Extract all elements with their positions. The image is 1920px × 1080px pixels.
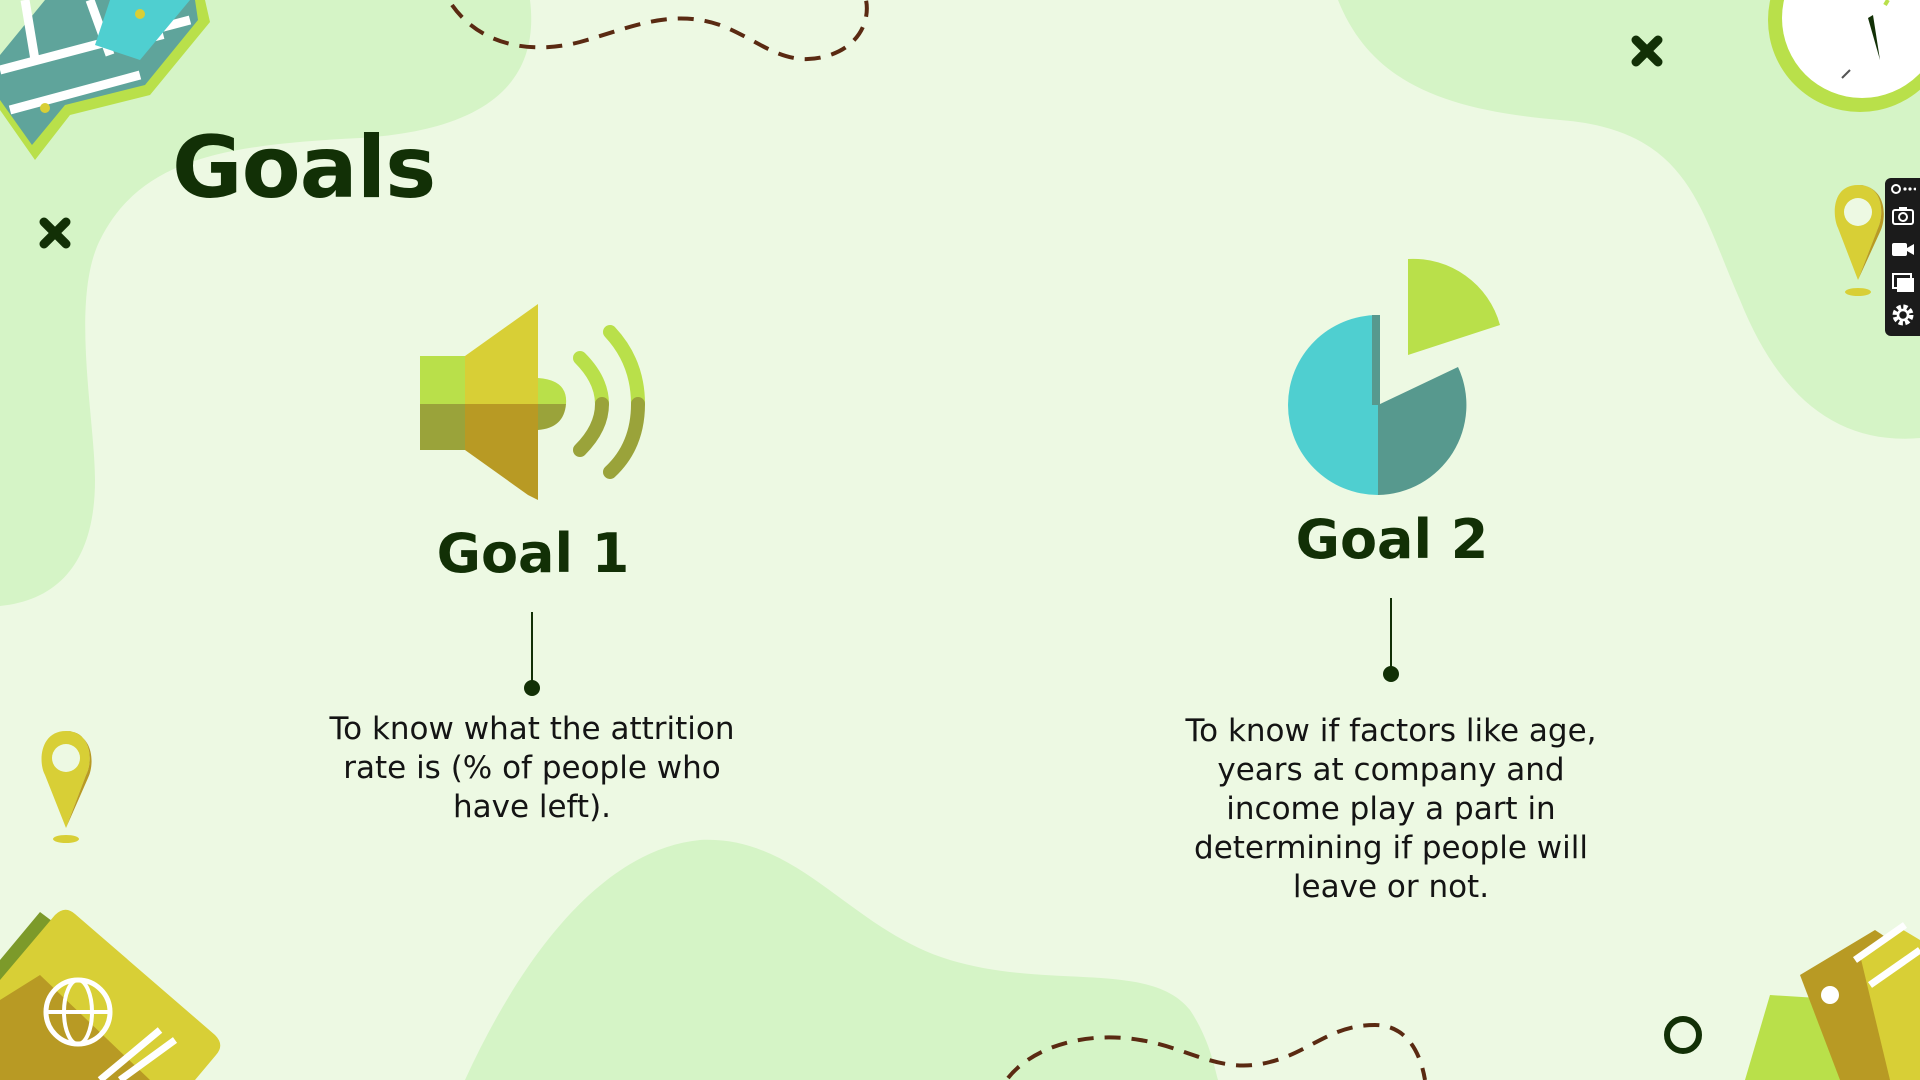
goal-2-description: To know if factors like age, years at co… <box>1185 713 1597 905</box>
speaker-icon <box>420 302 645 500</box>
blob-bottom <box>465 839 1218 1080</box>
link-icon[interactable] <box>1890 182 1916 196</box>
goal-2-connector-line <box>1390 598 1392 672</box>
screen-icon[interactable] <box>1890 269 1916 295</box>
goal-1-title: Goal 1 <box>436 522 630 585</box>
slide-canvas: Goals Goal 1 To know what the attrition … <box>0 0 1920 1080</box>
settings-icon[interactable] <box>1890 302 1916 328</box>
ring-icon <box>1664 1016 1702 1054</box>
location-pin-left-icon <box>41 731 92 843</box>
floating-toolbar <box>1885 178 1920 336</box>
camera-icon[interactable] <box>1890 202 1916 228</box>
goal-1-description: To know what the attrition rate is (% of… <box>329 711 735 825</box>
luggage-tag-icon <box>1745 922 1920 1080</box>
page-title: Goals <box>172 118 436 218</box>
goal-1-connector-line <box>531 612 533 686</box>
video-icon[interactable] <box>1890 236 1916 262</box>
goal-2-title: Goal 2 <box>1295 508 1489 571</box>
passport-icon <box>0 909 221 1080</box>
goal-1-connector-dot <box>524 680 540 696</box>
goal-2-connector-dot <box>1383 666 1399 682</box>
pie-chart-icon <box>1288 258 1500 495</box>
